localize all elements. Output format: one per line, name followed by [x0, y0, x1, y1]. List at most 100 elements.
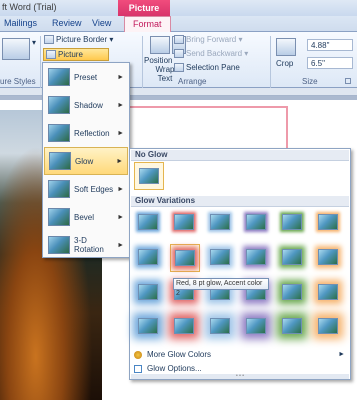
glow-variation-option[interactable] [134, 279, 164, 307]
glow-variation-thumbnail [174, 318, 194, 334]
glow-variation-thumbnail [282, 249, 302, 265]
tab-review[interactable]: Review [52, 18, 82, 28]
glow-variation-thumbnail [174, 214, 194, 230]
glow-variation-thumbnail [210, 214, 230, 230]
submenu-arrow-icon: ► [117, 101, 124, 109]
picture-style-thumbnail[interactable] [2, 38, 30, 60]
glow-gallery: No Glow Glow Variations More Glow Colors… [129, 148, 351, 380]
style-gallery-more-icon[interactable]: ▾ [32, 38, 36, 47]
submenu-arrow-icon: ► [117, 213, 124, 221]
ribbon-separator [142, 36, 143, 91]
glow-variation-thumbnail [138, 214, 158, 230]
glow-variation-option[interactable] [242, 209, 272, 237]
glow-variation-thumbnail [282, 284, 302, 300]
glow-icon [49, 152, 71, 170]
menu-item-preset[interactable]: Preset ► [44, 63, 128, 91]
glow-variation-option[interactable] [170, 244, 200, 272]
glow-variation-thumbnail [138, 249, 158, 265]
menu-item-glow[interactable]: Glow ► [44, 147, 128, 175]
picture-border-icon [44, 35, 54, 45]
submenu-arrow-icon: ► [117, 73, 124, 81]
no-glow-thumbnail [139, 168, 159, 184]
glow-variation-thumbnail [318, 318, 338, 334]
glow-variation-option[interactable] [170, 209, 200, 237]
glow-variations-header: Glow Variations [131, 196, 349, 207]
arrange-group-label: Arrange [178, 77, 207, 86]
tab-format[interactable]: Format [124, 16, 171, 33]
glow-variation-option[interactable] [206, 209, 236, 237]
picture-tools-context-tab: Picture Tools [118, 0, 170, 29]
submenu-arrow-icon: ► [338, 351, 345, 358]
glow-options-icon [134, 365, 142, 373]
position-icon [150, 36, 170, 54]
glow-variation-option[interactable] [134, 209, 164, 237]
no-glow-option[interactable] [134, 162, 164, 190]
glow-variation-option[interactable] [134, 244, 164, 272]
color-palette-icon [134, 351, 142, 359]
3d-rotation-icon [48, 236, 70, 254]
send-backward-button[interactable]: Send Backward ▾ [174, 49, 248, 59]
position-button[interactable]: Position [144, 56, 172, 65]
menu-item-soft-edges[interactable]: Soft Edges ► [44, 175, 128, 203]
menu-item-shadow[interactable]: Shadow ► [44, 91, 128, 119]
glow-variation-option[interactable] [314, 279, 344, 307]
glow-variation-thumbnail [210, 249, 230, 265]
picture-styles-group-label: ure Styles [0, 77, 36, 86]
menu-item-bevel[interactable]: Bevel ► [44, 203, 128, 231]
tab-view[interactable]: View [92, 18, 111, 28]
glow-variation-thumbnail [246, 214, 266, 230]
shape-height-input[interactable]: 4.88" [307, 39, 353, 51]
glow-variation-option[interactable] [278, 279, 308, 307]
glow-variation-option[interactable] [314, 209, 344, 237]
tab-mailings[interactable]: Mailings [4, 18, 37, 28]
more-glow-colors-item[interactable]: More Glow Colors ► [131, 349, 349, 362]
glow-variation-thumbnail [282, 318, 302, 334]
bring-forward-icon [174, 35, 184, 45]
preset-icon [48, 68, 70, 86]
bring-forward-button[interactable]: Bring Forward ▾ [174, 35, 243, 45]
glow-variation-thumbnail [210, 318, 230, 334]
shadow-icon [48, 96, 70, 114]
menu-item-3d-rotation[interactable]: 3-D Rotation ► [44, 231, 128, 259]
submenu-arrow-icon: ► [117, 241, 124, 249]
shape-width-input[interactable]: 6.5" [307, 57, 353, 69]
glow-variation-option[interactable] [134, 313, 164, 341]
submenu-arrow-icon: ► [116, 157, 123, 165]
picture-effects-menu: Preset ► Shadow ► Reflection ► Glow ► Soft E… [42, 62, 130, 258]
glow-variation-option[interactable] [314, 313, 344, 341]
size-dialog-launcher-icon[interactable] [345, 78, 351, 84]
size-group-label: Size [302, 77, 318, 86]
picture-effects-icon [46, 50, 56, 60]
glow-variation-thumbnail [138, 284, 158, 300]
glow-variation-option[interactable] [314, 244, 344, 272]
glow-variation-option[interactable] [242, 313, 272, 341]
glow-variation-thumbnail [282, 214, 302, 230]
glow-variation-thumbnail [318, 214, 338, 230]
glow-variation-thumbnail [175, 250, 195, 266]
glow-tooltip: Red, 8 pt glow, Accent color 2 [173, 278, 269, 297]
glow-variation-thumbnail [246, 318, 266, 334]
selection-pane-button[interactable]: Selection Pane [174, 63, 240, 73]
glow-variation-option[interactable] [242, 244, 272, 272]
ribbon-separator [40, 36, 41, 91]
resize-grip[interactable]: • • • [131, 374, 349, 379]
reflection-icon [48, 124, 70, 142]
glow-variation-option[interactable] [278, 209, 308, 237]
title-bar: ft Word (Trial) Picture Tools [0, 0, 357, 29]
send-backward-icon [174, 49, 184, 59]
ribbon-tabs: Mailings Review View Format [0, 16, 357, 33]
glow-variation-option[interactable] [278, 244, 308, 272]
glow-variation-thumbnail [138, 318, 158, 334]
menu-item-reflection[interactable]: Reflection ► [44, 119, 128, 147]
crop-button[interactable]: Crop [276, 59, 293, 68]
glow-variation-option[interactable] [206, 313, 236, 341]
window-title: ft Word (Trial) [2, 2, 57, 12]
bevel-icon [48, 208, 70, 226]
picture-border-button[interactable]: Picture Border ▾ [44, 35, 113, 45]
glow-variation-option[interactable] [170, 313, 200, 341]
glow-variation-option[interactable] [278, 313, 308, 341]
submenu-arrow-icon: ► [117, 129, 124, 137]
picture-effects-button[interactable]: Picture Effects ▾ [43, 48, 109, 70]
glow-variation-option[interactable] [206, 244, 236, 272]
soft-edges-icon [48, 180, 70, 198]
